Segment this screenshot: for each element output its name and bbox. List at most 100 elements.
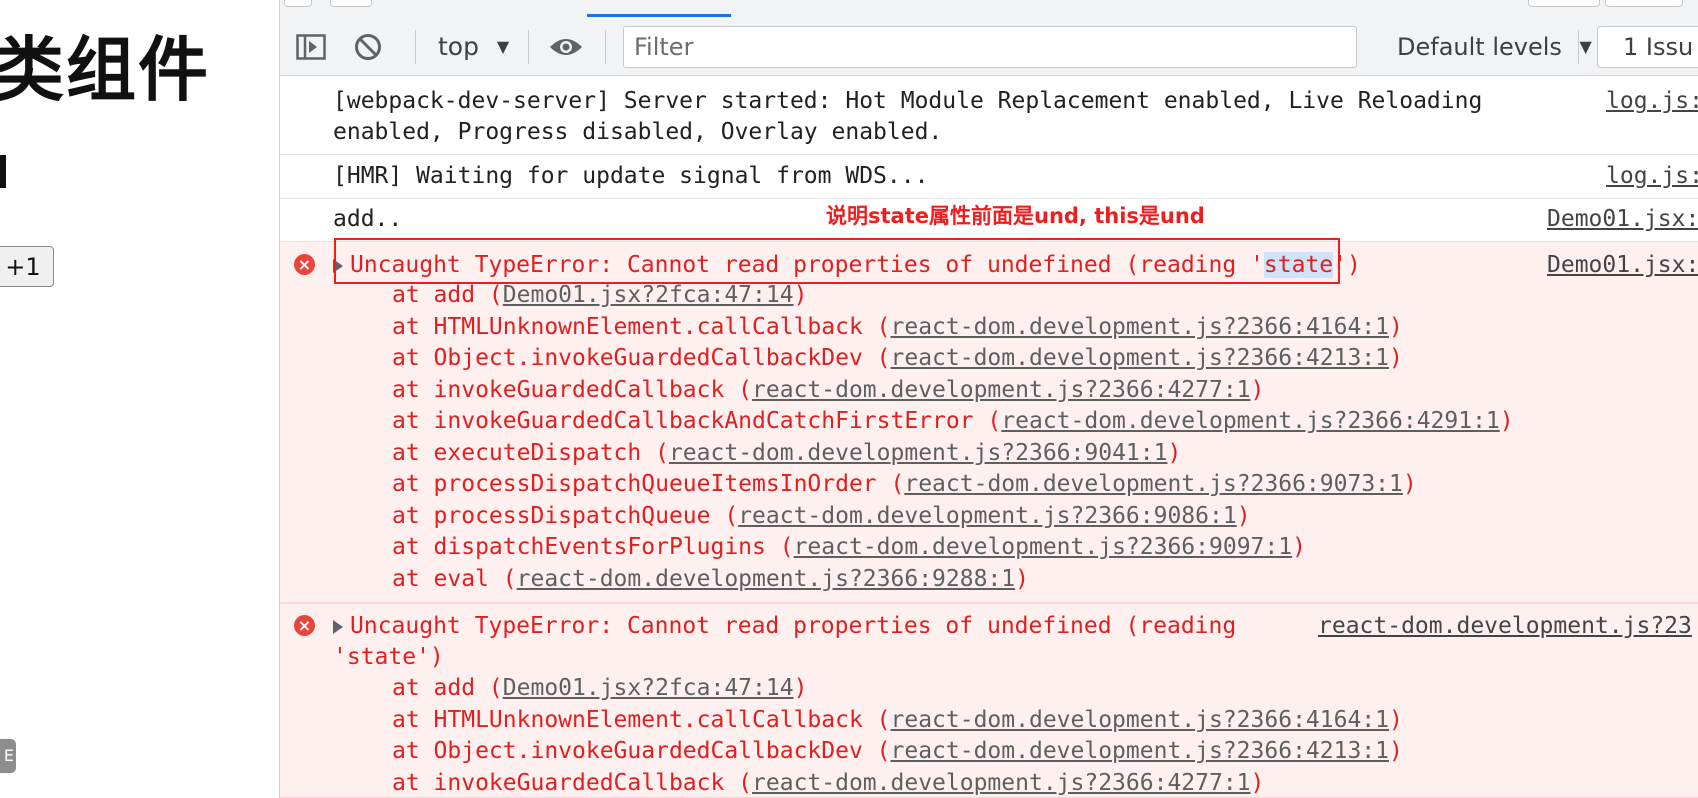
error-message: Uncaught TypeError: Cannot read properti… xyxy=(350,613,1237,639)
filter-input[interactable] xyxy=(623,26,1357,68)
tab-fragment[interactable] xyxy=(330,0,372,7)
stack-frame-function: at invokeGuardedCallback ( xyxy=(392,376,753,403)
sidebar-toggle-icon[interactable] xyxy=(294,30,328,64)
stack-frame-function: at eval ( xyxy=(392,565,517,592)
stack-frame-close: ) xyxy=(1250,769,1265,796)
message-text: [HMR] Waiting for update signal from WDS… xyxy=(333,163,929,189)
stack-frame-function: at HTMLUnknownElement.callCallback ( xyxy=(392,313,891,340)
stack-frame: at invokeGuardedCallback (react-dom.deve… xyxy=(392,375,1514,407)
stack-frame-function: at dispatchEventsForPlugins ( xyxy=(392,534,794,560)
stack-frame: at executeDispatch (react-dom.developmen… xyxy=(392,438,1514,470)
toolbar-separator xyxy=(605,30,606,64)
source-link[interactable]: Demo01.jsx: xyxy=(1547,250,1698,281)
stack-frame-close: ) xyxy=(1236,502,1251,529)
stack-frame-close: ) xyxy=(1250,376,1265,403)
stack-frame-link[interactable]: react-dom.development.js?2366:4213:1 xyxy=(891,738,1390,764)
stack-frame-close: ) xyxy=(1402,471,1417,497)
annotation-highlight-box xyxy=(334,238,1340,284)
source-link[interactable]: Demo01.jsx: xyxy=(1547,204,1698,235)
expand-caret-icon[interactable] xyxy=(333,620,343,634)
stack-frame-link[interactable]: react-dom.development.js?2366:4277:1 xyxy=(752,377,1251,403)
stack-frame: at invokeGuardedCallbackAndCatchFirstErr… xyxy=(392,406,1514,438)
stack-frame-link[interactable]: Demo01.jsx?2fca:47:14 xyxy=(503,282,794,308)
console-message: [HMR] Waiting for update signal from WDS… xyxy=(280,155,1698,199)
stack-frame-link[interactable]: react-dom.development.js?2366:9041:1 xyxy=(669,440,1168,466)
stack-frame-link[interactable]: react-dom.development.js?2366:4213:1 xyxy=(891,345,1390,371)
annotation-note: 说明state属性前面是und, this是und xyxy=(826,204,1205,228)
devtools-tab-strip xyxy=(280,0,1698,19)
devtools-panel: top ▼ Default levels ▼ 1 Issu [webpack-d… xyxy=(279,0,1698,798)
stack-frame: at HTMLUnknownElement.callCallback (reac… xyxy=(392,312,1514,344)
stack-frame-link[interactable]: react-dom.development.js?2366:9288:1 xyxy=(517,566,1016,592)
eye-icon[interactable] xyxy=(546,30,586,64)
stack-frame-function: at Object.invokeGuardedCallbackDev ( xyxy=(392,345,891,371)
toolbar-separator xyxy=(528,30,529,64)
context-selector[interactable]: top ▼ xyxy=(438,30,509,64)
toolbar-separator xyxy=(1578,30,1579,64)
log-levels-label: Default levels xyxy=(1397,33,1562,61)
tab-fragment[interactable] xyxy=(1605,0,1683,7)
console-error: × Uncaught TypeError: Cannot read proper… xyxy=(280,241,1698,603)
page-viewport: 类组件 +1 E xyxy=(0,0,279,798)
tab-console-active-indicator xyxy=(587,14,731,17)
page-corner-chip[interactable]: E xyxy=(0,739,16,773)
source-link[interactable]: log.js: xyxy=(1606,161,1698,192)
stack-frame: at HTMLUnknownElement.callCallback (reac… xyxy=(392,705,1403,737)
stack-frame-close: ) xyxy=(1389,345,1403,371)
stack-frame: at add (Demo01.jsx?2fca:47:14) xyxy=(392,280,1514,312)
stack-trace: at add (Demo01.jsx?2fca:47:14) at HTMLUnk… xyxy=(392,673,1403,798)
console-toolbar: top ▼ Default levels ▼ 1 Issu xyxy=(280,18,1698,76)
stack-frame-link[interactable]: Demo01.jsx?2fca:47:14 xyxy=(503,675,794,701)
stack-frame-close: ) xyxy=(793,675,808,701)
error-icon: × xyxy=(294,615,315,636)
stack-frame-close: ) xyxy=(1167,439,1182,466)
increment-button[interactable]: +1 xyxy=(0,246,54,287)
stack-frame-close: ) xyxy=(1015,565,1029,592)
toolbar-separator xyxy=(415,30,416,64)
stack-frame: at processDispatchQueue (react-dom.devel… xyxy=(392,501,1514,533)
chevron-down-icon: ▼ xyxy=(496,37,510,56)
stack-frame-close: ) xyxy=(1499,408,1514,434)
log-levels-dropdown[interactable]: Default levels ▼ xyxy=(1397,30,1592,64)
stack-frame-function: at processDispatchQueue ( xyxy=(392,502,739,529)
error-message-continued: 'state') xyxy=(333,644,444,670)
tab-fragment[interactable] xyxy=(284,0,312,7)
stack-frame-close: ) xyxy=(1389,313,1403,340)
stack-frame-link[interactable]: react-dom.development.js?2366:9097:1 xyxy=(794,534,1293,560)
stack-frame-function: at add ( xyxy=(392,675,503,701)
console-error: × Uncaught TypeError: Cannot read proper… xyxy=(280,603,1698,798)
tab-fragment[interactable] xyxy=(1528,0,1600,7)
stack-frame: at Object.invokeGuardedCallbackDev (reac… xyxy=(392,736,1403,768)
source-link[interactable]: react-dom.development.js?23 xyxy=(1318,611,1692,642)
error-icon: × xyxy=(294,254,315,275)
source-link[interactable]: log.js: xyxy=(1606,86,1698,117)
stack-frame-function: at processDispatchQueueItemsInOrder ( xyxy=(392,471,905,497)
message-text: [webpack-dev-server] Server started: Hot… xyxy=(333,88,1483,145)
page-heading-fragment xyxy=(0,155,6,188)
stack-frame-function: at executeDispatch ( xyxy=(392,439,669,466)
stack-frame-link[interactable]: react-dom.development.js?2366:4277:1 xyxy=(752,770,1251,796)
clear-console-icon[interactable] xyxy=(351,30,385,64)
stack-frame-link[interactable]: react-dom.development.js?2366:4291:1 xyxy=(1001,408,1500,434)
stack-frame-close: ) xyxy=(1389,738,1403,764)
stack-frame: at dispatchEventsForPlugins (react-dom.d… xyxy=(392,532,1514,564)
console-message: [webpack-dev-server] Server started: Hot… xyxy=(280,76,1698,155)
stack-trace: at add (Demo01.jsx?2fca:47:14) at HTMLUnk… xyxy=(392,280,1514,595)
stack-frame-link[interactable]: react-dom.development.js?2366:4164:1 xyxy=(891,314,1390,340)
stack-frame-link[interactable]: react-dom.development.js?2366:9086:1 xyxy=(738,503,1237,529)
stack-frame: at add (Demo01.jsx?2fca:47:14) xyxy=(392,673,1403,705)
stack-frame: at Object.invokeGuardedCallbackDev (reac… xyxy=(392,343,1514,375)
stack-frame-close: ) xyxy=(1389,706,1403,733)
stack-frame-close: ) xyxy=(793,282,808,308)
issues-button[interactable]: 1 Issu xyxy=(1597,26,1698,68)
stack-frame-close: ) xyxy=(1292,534,1306,560)
stack-frame-link[interactable]: react-dom.development.js?2366:9073:1 xyxy=(904,471,1403,497)
stack-frame-function: at add ( xyxy=(392,282,503,308)
chevron-down-icon: ▼ xyxy=(1579,37,1592,56)
stack-frame-function: at Object.invokeGuardedCallbackDev ( xyxy=(392,738,891,764)
stack-frame-link[interactable]: react-dom.development.js?2366:4164:1 xyxy=(891,707,1390,733)
stack-frame-function: at HTMLUnknownElement.callCallback ( xyxy=(392,706,891,733)
stack-frame-function: at invokeGuardedCallbackAndCatchFirstErr… xyxy=(392,408,1002,434)
message-text: add.. xyxy=(333,206,403,232)
stack-frame: at eval (react-dom.development.js?2366:9… xyxy=(392,564,1514,596)
